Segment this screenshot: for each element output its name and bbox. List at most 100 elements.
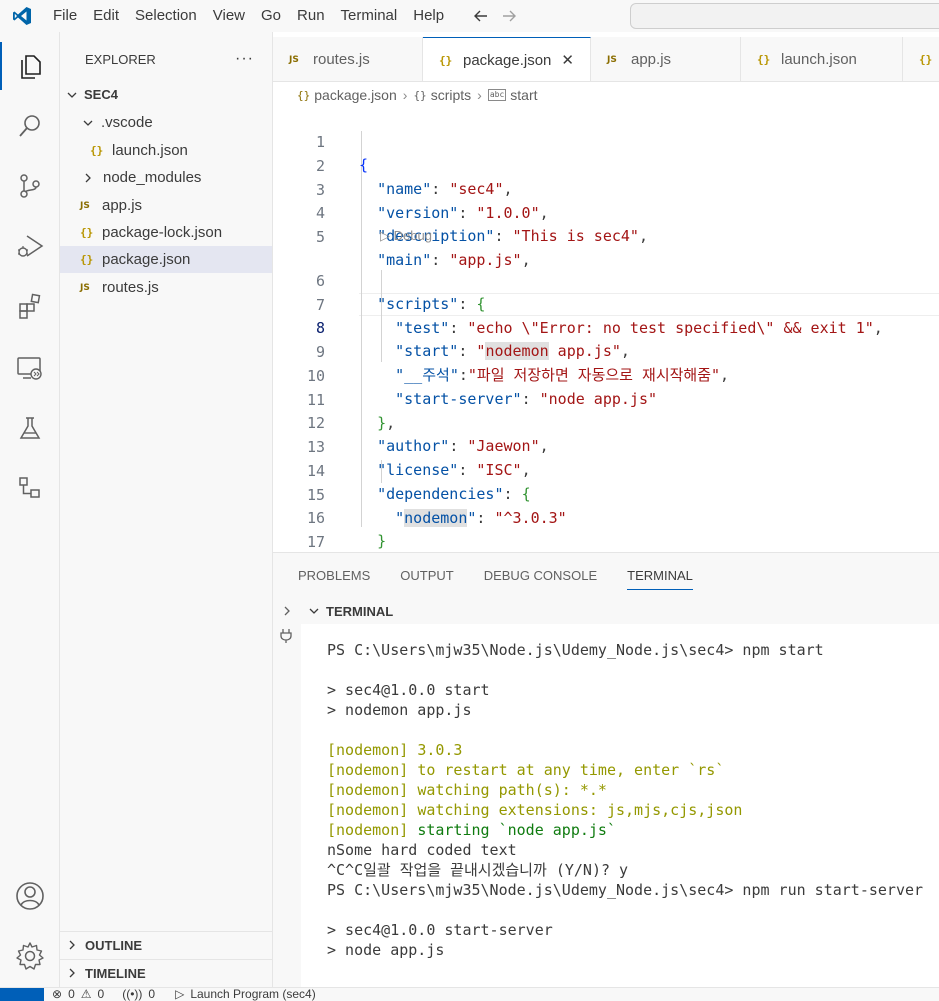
terminal-line: PS C:\Users\mjw35\Node.js\Udemy_Node.js\… xyxy=(327,641,824,659)
tree-item-launch-json[interactable]: {} launch.json xyxy=(60,137,272,164)
launch-config[interactable]: Launch Program (sec4) xyxy=(190,988,315,1001)
json-file-icon: {} xyxy=(297,88,311,102)
error-icon: ⊗ xyxy=(52,987,63,1001)
chevron-right-icon xyxy=(80,172,96,184)
tree-item-label: package.json xyxy=(102,251,191,268)
tab-label: app.js xyxy=(631,51,672,68)
vscode-logo-icon[interactable] xyxy=(0,0,44,32)
breadcrumb-file[interactable]: package.json xyxy=(314,87,397,103)
tab-launch-json[interactable]: {} launch.json xyxy=(741,37,903,81)
outline-section[interactable]: OUTLINE xyxy=(60,931,272,958)
tab-label: package.json xyxy=(463,51,552,69)
tab-overflow[interactable]: {} xyxy=(903,37,939,81)
extensions-icon[interactable] xyxy=(0,282,60,330)
menu-file[interactable]: File xyxy=(44,0,85,32)
title-bar: File Edit Selection View Go Run Terminal… xyxy=(0,0,939,32)
explorer-header: EXPLORER ··· xyxy=(60,32,272,86)
source-control-icon[interactable] xyxy=(0,162,60,210)
plug-icon[interactable] xyxy=(279,628,293,644)
terminal-line: PS C:\Users\mjw35\Node.js\Udemy_Node.js\… xyxy=(327,881,924,899)
outline-label: OUTLINE xyxy=(85,937,143,953)
tab-debug-console[interactable]: DEBUG CONSOLE xyxy=(484,568,597,583)
code-line: 6 "scripts": { xyxy=(273,247,939,313)
object-icon: {} xyxy=(413,88,427,102)
breadcrumb-start[interactable]: start xyxy=(510,87,537,103)
terminal-section-title: TERMINAL xyxy=(326,603,394,619)
tree-item-routes-js[interactable]: JS routes.js xyxy=(60,274,272,301)
menu-view[interactable]: View xyxy=(205,0,253,32)
panel-tab-bar: PROBLEMS OUTPUT DEBUG CONSOLE TERMINAL xyxy=(273,553,939,598)
tab-package-json[interactable]: {} package.json ✕ xyxy=(423,37,591,81)
chevron-down-icon xyxy=(64,89,80,101)
docker-icon[interactable] xyxy=(0,464,60,512)
terminal-section-header[interactable]: TERMINAL xyxy=(273,598,939,624)
warning-count[interactable]: 0 xyxy=(98,988,105,1001)
terminal-output[interactable]: PS C:\Users\mjw35\Node.js\Udemy_Node.js\… xyxy=(301,624,939,988)
terminal-line: > sec4@1.0.0 start-server xyxy=(327,921,553,939)
explorer-sidebar: EXPLORER ··· SEC4 .vscode {} launch.json… xyxy=(60,32,273,987)
debug-codelens[interactable]: ▷ Debug xyxy=(380,226,432,246)
code-editor[interactable]: 1 { 2 "name": "sec4", 3 "version": "1.0.… xyxy=(273,108,939,552)
code-line: 9 "__주석":"파일 저장하면 자동으로 재시작해줌", xyxy=(273,318,939,384)
ports-icon: ((•)) xyxy=(122,987,143,1001)
menu-terminal[interactable]: Terminal xyxy=(333,0,406,32)
tab-output[interactable]: OUTPUT xyxy=(400,568,453,583)
menu-selection[interactable]: Selection xyxy=(127,0,205,32)
tree-item-label: app.js xyxy=(102,197,143,214)
tree-item-label: .vscode xyxy=(101,114,153,131)
code-line: 12 "author": "Jaewon", xyxy=(273,389,939,455)
code-line: 13 "license": "ISC", xyxy=(273,413,939,479)
tree-item-app-js[interactable]: JS app.js xyxy=(60,192,272,219)
gear-icon[interactable] xyxy=(0,932,60,980)
tab-routes-js[interactable]: JS routes.js xyxy=(273,37,423,81)
timeline-section[interactable]: TIMELINE xyxy=(60,959,272,986)
status-bar: ⊗ 0 ⚠ 0 ((•)) 0 ▷ Launch Program (sec4) xyxy=(0,987,939,1001)
remote-indicator-button[interactable] xyxy=(0,988,44,1001)
more-actions-icon[interactable]: ··· xyxy=(235,50,254,68)
account-icon[interactable] xyxy=(0,872,60,920)
chevron-right-icon xyxy=(64,939,80,951)
code-line: 7 "test": "echo \"Error: no test specifi… xyxy=(273,271,939,337)
remote-explorer-icon[interactable] xyxy=(0,344,60,392)
search-icon[interactable] xyxy=(0,102,60,150)
run-debug-icon[interactable] xyxy=(0,222,60,270)
command-center-search[interactable] xyxy=(630,3,939,29)
tree-item-node-modules[interactable]: node_modules xyxy=(60,164,272,191)
js-file-icon: JS xyxy=(80,282,90,293)
ports-count[interactable]: 0 xyxy=(148,988,155,1001)
breadcrumb-scripts[interactable]: scripts xyxy=(431,87,471,103)
error-count[interactable]: 0 xyxy=(68,988,75,1001)
js-file-icon: JS xyxy=(80,200,90,211)
code-line: 2 "name": "sec4", xyxy=(273,132,939,198)
code-line: 1 { xyxy=(273,108,939,174)
run-icon: ▷ xyxy=(175,987,185,1001)
back-arrow-icon[interactable] xyxy=(472,7,490,25)
tree-item-package-json[interactable]: {} package.json xyxy=(60,246,272,273)
menu-edit[interactable]: Edit xyxy=(85,0,127,32)
code-line: 5 "main": "app.js", xyxy=(273,203,939,269)
terminal-line: nSome hard coded text xyxy=(327,841,517,859)
json-file-icon: {} xyxy=(80,253,94,266)
tab-app-js[interactable]: JS app.js xyxy=(591,37,741,81)
tree-item-label: package-lock.json xyxy=(102,224,223,241)
code-line: 17 } xyxy=(273,508,939,551)
tab-terminal[interactable]: TERMINAL xyxy=(627,568,693,590)
menu-run[interactable]: Run xyxy=(289,0,333,32)
tab-label: routes.js xyxy=(313,51,370,68)
timeline-label: TIMELINE xyxy=(85,965,146,981)
tab-label: launch.json xyxy=(781,51,857,68)
menu-help[interactable]: Help xyxy=(405,0,452,32)
explorer-icon[interactable] xyxy=(0,42,60,90)
menu-go[interactable]: Go xyxy=(253,0,289,32)
tab-problems[interactable]: PROBLEMS xyxy=(298,568,370,583)
workspace-root[interactable]: SEC4 xyxy=(60,81,272,108)
json-file-icon: {} xyxy=(757,53,771,66)
testing-icon[interactable] xyxy=(0,404,60,452)
forward-arrow-icon[interactable] xyxy=(500,7,518,25)
terminal-line: [nodemon] watching extensions: js,mjs,cj… xyxy=(327,801,743,819)
tree-item-vscode[interactable]: .vscode xyxy=(60,109,272,136)
close-icon[interactable]: ✕ xyxy=(561,51,574,69)
terminal-line: > nodemon app.js xyxy=(327,701,472,719)
explorer-title: EXPLORER xyxy=(85,51,156,67)
tree-item-package-lock-json[interactable]: {} package-lock.json xyxy=(60,219,272,246)
